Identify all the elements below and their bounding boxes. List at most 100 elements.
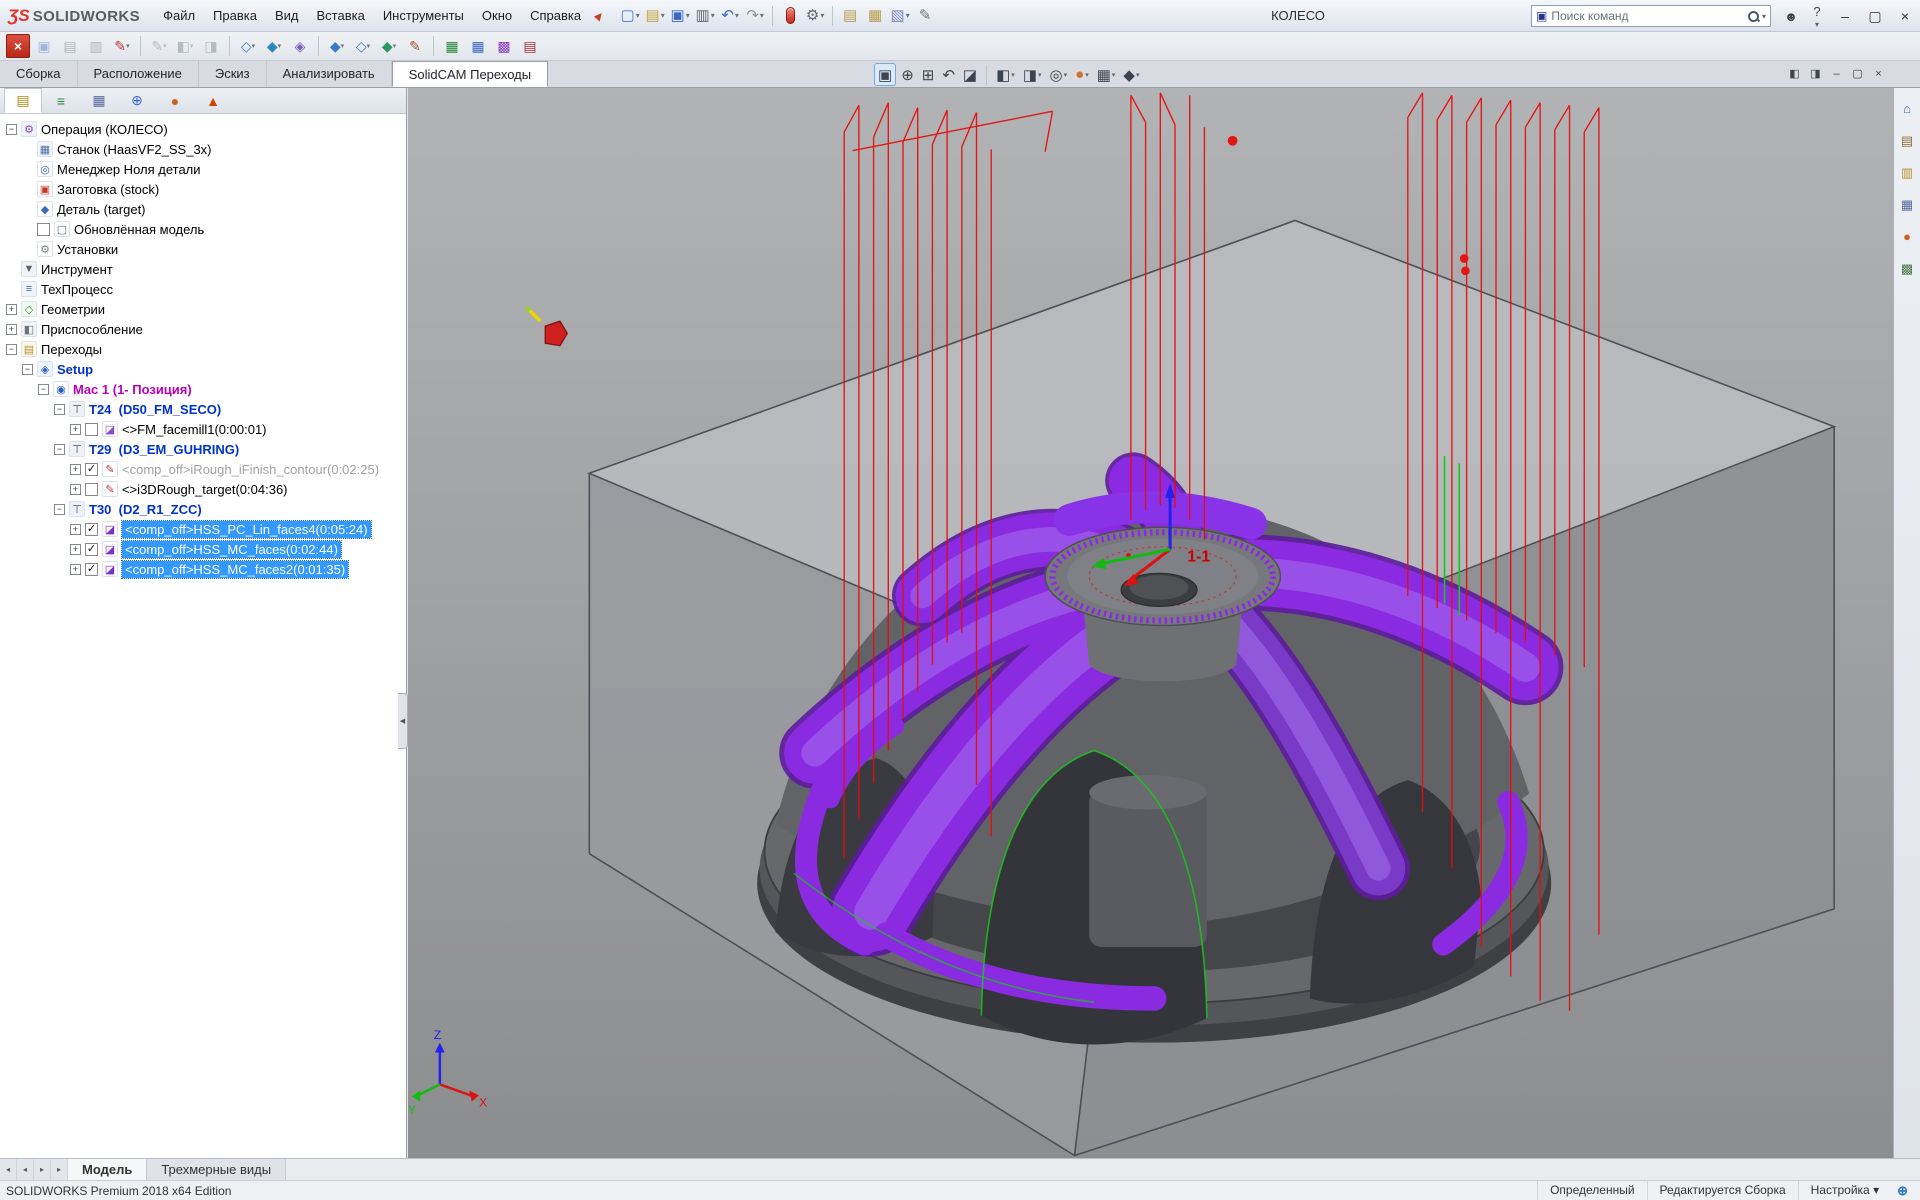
cam-template-icon[interactable]: ◨ [199, 34, 223, 58]
cam-library-icon[interactable]: ▤ [518, 34, 542, 58]
solidcam-exit-icon[interactable]: × [6, 34, 30, 58]
cam-tool-icon[interactable]: ✎▾ [147, 34, 171, 58]
undo-icon[interactable]: ↶▾ [718, 3, 742, 29]
help-button[interactable]: ?▾ [1804, 3, 1830, 29]
tree-item[interactable]: +✓◪<comp_off>HSS_PC_Lin_faces4(0:05:24) [0, 519, 406, 539]
tree-item[interactable]: +✓◪<comp_off>HSS_MC_faces(0:02:44) [0, 539, 406, 559]
operation-checkbox[interactable]: ✓ [85, 463, 98, 476]
solidcam-manager-tab[interactable]: ▲ [194, 88, 232, 113]
tree-item[interactable]: −⊤T24 (D50_FM_SECO) [0, 399, 406, 419]
command-tab[interactable]: SolidCAM Переходы [392, 61, 548, 87]
tree-item[interactable]: ▼Инструмент [0, 259, 406, 279]
search-input[interactable] [1551, 9, 1745, 23]
collapse-icon[interactable]: − [38, 384, 49, 395]
displaymanager-tab[interactable]: ● [156, 88, 194, 113]
menu-item[interactable]: Окно [473, 0, 521, 32]
collapse-icon[interactable]: − [6, 344, 17, 355]
viewport-3d[interactable]: 1-1 [408, 88, 1893, 1158]
configurationmanager-tab[interactable]: ▦ [80, 88, 118, 113]
operation-checkbox[interactable]: ✓ [85, 563, 98, 576]
search-icon[interactable] [1747, 10, 1760, 23]
dimxpertmanager-tab[interactable]: ⊕ [118, 88, 156, 113]
print-icon[interactable]: ▥▾ [693, 3, 717, 29]
operation-checkbox[interactable]: ✓ [85, 543, 98, 556]
menu-item[interactable]: Файл [154, 0, 204, 32]
previous-view-icon[interactable]: ↶ [939, 63, 958, 86]
tree-item[interactable]: +◪<>FM_facemill1(0:00:01) [0, 419, 406, 439]
tree-item[interactable]: ▢Обновлённая модель [0, 219, 406, 239]
menu-item[interactable]: Инструменты [374, 0, 473, 32]
cam-stock-icon[interactable]: ◇▾ [236, 34, 260, 58]
command-tab[interactable]: Расположение [78, 61, 199, 87]
view-tab[interactable]: Трехмерные виды [147, 1159, 286, 1180]
expand-icon[interactable]: + [70, 484, 81, 495]
pack-and-go-icon[interactable]: ▦ [863, 3, 887, 29]
operation-checkbox[interactable] [37, 223, 50, 236]
view-orientation-icon[interactable]: ◧▾ [993, 63, 1018, 86]
cam-machine-sim-icon[interactable]: ◇▾ [351, 34, 375, 58]
cam-fixture-icon[interactable]: ◈ [288, 34, 312, 58]
apply-scene-icon[interactable]: ▦▾ [1094, 63, 1119, 86]
cam-copy-icon[interactable]: ▤ [58, 34, 82, 58]
tree-item[interactable]: ⚙Установки [0, 239, 406, 259]
tree-item[interactable]: −⊤T30 (D2_R1_ZCC) [0, 499, 406, 519]
propertymanager-tab[interactable]: ≡ [42, 88, 80, 113]
maximize-button[interactable]: ▢ [1860, 0, 1890, 32]
tools-icon[interactable]: ✎ [913, 3, 937, 29]
cam-paste-icon[interactable]: ▥ [84, 34, 108, 58]
menu-item[interactable]: Вставка [308, 0, 374, 32]
expand-icon[interactable]: + [70, 464, 81, 475]
doc-close-icon[interactable]: × [1869, 63, 1888, 84]
tree-item[interactable]: ▦Станок (HaasVF2_SS_3x) [0, 139, 406, 159]
open-icon[interactable]: ▤▾ [643, 3, 667, 29]
command-tab[interactable]: Анализировать [267, 61, 392, 87]
pin-menu-icon[interactable]: ▲ [590, 0, 608, 32]
scroll-next-icon[interactable]: ▸ [34, 1159, 51, 1180]
scroll-last-icon[interactable]: ▸ [51, 1159, 68, 1180]
tree-item[interactable]: ◆Деталь (target) [0, 199, 406, 219]
collapse-icon[interactable]: − [54, 404, 65, 415]
customize-button[interactable]: Настройка ▾ [1798, 1181, 1891, 1200]
view-palette-icon[interactable]: ▦ [1897, 194, 1918, 215]
tree-item[interactable]: +✓✎<comp_off>iRough_iFinish_contour(0:02… [0, 459, 406, 479]
custom-properties-icon[interactable]: ▩ [1897, 258, 1918, 279]
tree-item[interactable]: ≡ТехПроцесс [0, 279, 406, 299]
viewport-display-icon[interactable]: ▣ [874, 63, 896, 86]
options-icon[interactable]: ⚙▾ [803, 3, 827, 29]
expand-icon[interactable]: + [70, 544, 81, 555]
hide-show-items-icon[interactable]: ◎▾ [1047, 63, 1071, 86]
cam-sync-icon[interactable]: ▩ [492, 34, 516, 58]
file-properties-icon[interactable]: ▤ [838, 3, 862, 29]
expand-icon[interactable]: + [70, 564, 81, 575]
zoom-fit-icon[interactable]: ⊕ [898, 63, 917, 86]
redo-icon[interactable]: ↷▾ [743, 3, 767, 29]
edit-appearance-icon[interactable]: ●▾ [1072, 63, 1092, 86]
save-icon[interactable]: ▣▾ [668, 3, 692, 29]
user-account-button[interactable]: ☻ [1778, 3, 1804, 29]
operation-checkbox[interactable]: ✓ [85, 523, 98, 536]
view-settings-icon[interactable]: ◆▾ [1120, 63, 1142, 86]
featuremanager-tab[interactable]: ▤ [4, 88, 42, 113]
new-document-icon[interactable]: ▢▾ [618, 3, 642, 29]
tree-item[interactable]: +◧Приспособление [0, 319, 406, 339]
tree-item[interactable]: −▤Переходы [0, 339, 406, 359]
menu-item[interactable]: Вид [266, 0, 308, 32]
operation-checkbox[interactable] [85, 483, 98, 496]
zoom-area-icon[interactable]: ⊞ [919, 63, 938, 86]
cam-gcode-icon[interactable]: ◆▾ [377, 34, 401, 58]
section-view-icon[interactable]: ◪ [960, 63, 980, 86]
menu-item[interactable]: Правка [204, 0, 266, 32]
expand-icon[interactable]: + [70, 424, 81, 435]
make-drawing-icon[interactable]: ▧▾ [888, 3, 912, 29]
expand-icon[interactable]: + [6, 324, 17, 335]
web-help-icon[interactable]: ⊕ [1891, 1183, 1914, 1199]
viewport-scene[interactable]: 1-1 [408, 88, 1893, 1158]
tree-item[interactable]: −◉Mac 1 (1- Позиция) [0, 379, 406, 399]
tree-item[interactable]: −⚙Операция (КОЛЕСО) [0, 119, 406, 139]
search-dropdown-icon[interactable]: ▾ [1762, 12, 1766, 21]
panel-collapse-button[interactable]: ◀ [398, 693, 408, 749]
appearances-icon[interactable]: ● [1897, 226, 1918, 247]
search-box[interactable]: ▣ ▾ [1531, 5, 1771, 27]
cam-tool-table-icon[interactable]: ▦ [440, 34, 464, 58]
command-tab[interactable]: Эскиз [199, 61, 267, 87]
